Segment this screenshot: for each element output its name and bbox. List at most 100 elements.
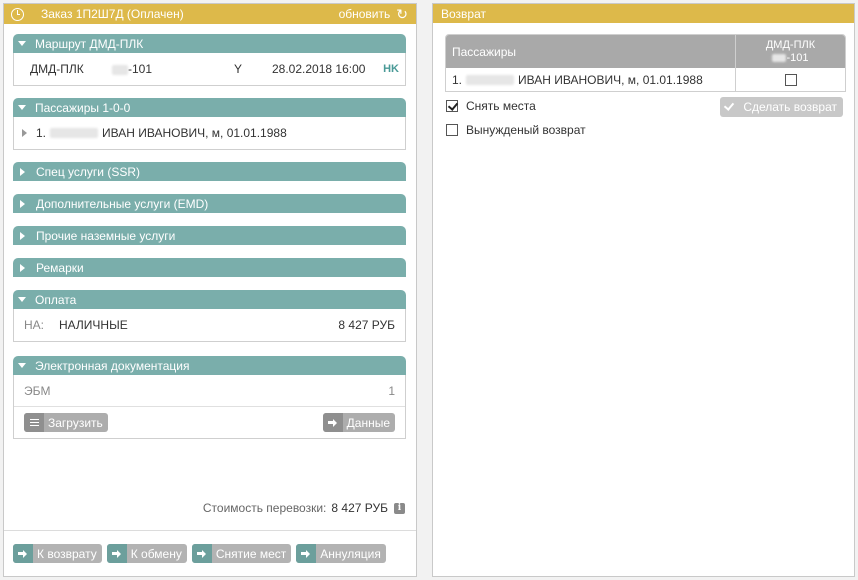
redacted-surname: [466, 74, 515, 85]
forced-refund-label: Вынужденый возврат: [466, 123, 586, 137]
edoc-section-title: Электронная документация: [35, 358, 190, 373]
cancel-order-label: Аннуляция: [320, 546, 381, 561]
ssr-section: Спец услуги (SSR): [13, 162, 406, 181]
expand-icon: [20, 167, 25, 176]
upload-button[interactable]: Загрузить: [24, 413, 108, 432]
refund-title: Возврат: [441, 6, 486, 21]
refund-table: Пассажиры ДМД-ПЛК -101 1. ИВАН ИВАНОВИЧ,…: [445, 34, 846, 92]
route-section: Маршрут ДМД-ПЛК ДМД-ПЛК -101 Y 28.02.201…: [13, 34, 406, 86]
cancel-order-button[interactable]: Аннуляция: [296, 544, 386, 563]
emd-section-title: Дополнительные услуги (EMD): [36, 196, 209, 211]
arrow-right-icon: [111, 549, 121, 558]
data-label: Данные: [346, 415, 390, 430]
order-title: Заказ 1П2Ш7Д (Оплачен): [41, 7, 184, 21]
payment-amount: 8 427 РУБ: [338, 318, 395, 332]
forced-refund-checkbox[interactable]: [446, 124, 458, 136]
unseat-label: Снятие мест: [215, 546, 287, 561]
edoc-section: Электронная документация ЭБМ 1 Загрузить…: [13, 356, 406, 439]
arrow-right-icon: [18, 549, 27, 558]
edoc-section-header[interactable]: Электронная документация: [13, 356, 406, 375]
refund-passenger-name: ИВАН ИВАНОВИЧ, м, 01.01.1988: [518, 72, 703, 87]
col-segment-flight: -101: [772, 52, 809, 65]
make-refund-button[interactable]: Сделать возврат: [720, 97, 843, 117]
payment-row: НА: НАЛИЧНЫЕ 8 427 РУБ: [14, 309, 405, 341]
route-segment: ДМД-ПЛК: [30, 62, 84, 76]
ebm-label: ЭБМ: [24, 383, 51, 398]
order-panel: Заказ 1П2Ш7Д (Оплачен) обновить ↻ Маршру…: [3, 3, 417, 577]
refund-panel: Возврат Пассажиры ДМД-ПЛК -101 1. ИВАН И…: [432, 3, 855, 577]
passengers-section: Пассажиры 1-0-0 1. ИВАН ИВАНОВИЧ, м, 01.…: [13, 98, 406, 150]
passenger-name: ИВАН ИВАНОВИЧ, м, 01.01.1988: [102, 126, 287, 140]
remarks-section: Ремарки: [13, 258, 406, 277]
refund-header: Возврат: [433, 4, 854, 23]
ebm-count: 1: [388, 383, 395, 398]
upload-label: Загрузить: [48, 415, 103, 430]
arrow-right-icon: [327, 418, 337, 427]
table-row: 1. ИВАН ИВАНОВИЧ, м, 01.01.1988: [446, 68, 845, 91]
payment-section-header[interactable]: Оплата: [13, 290, 406, 309]
flight-number: -101: [112, 62, 234, 76]
unseat-button[interactable]: Снятие мест: [191, 544, 292, 563]
col-segment: ДМД-ПЛК -101: [735, 35, 845, 68]
ground-services-section-header[interactable]: Прочие наземные услуги: [13, 226, 406, 245]
redacted-carrier: [112, 64, 128, 75]
make-refund-label: Сделать возврат: [743, 100, 837, 114]
redacted-carrier: [772, 53, 787, 62]
expand-icon: [20, 231, 25, 240]
booking-class: Y: [234, 62, 243, 76]
refund-table-header: Пассажиры ДМД-ПЛК -101: [446, 35, 845, 68]
to-return-label: К возврату: [37, 546, 97, 561]
cost-label: Стоимость перевозки:: [202, 501, 327, 515]
expand-icon: [20, 199, 25, 208]
unseat-option[interactable]: Снять места: [446, 99, 536, 113]
remarks-section-header[interactable]: Ремарки: [13, 258, 406, 277]
route-row: ДМД-ПЛК -101 Y 28.02.2018 16:00 HK: [14, 53, 405, 85]
payment-code: НА:: [24, 318, 45, 332]
route-section-header[interactable]: Маршрут ДМД-ПЛК: [13, 34, 406, 53]
passengers-section-title: Пассажиры 1-0-0: [35, 100, 131, 115]
collapse-icon: [18, 363, 26, 368]
arrow-right-icon: [301, 549, 311, 558]
check-icon: [724, 100, 735, 111]
refund-passenger-index: 1.: [452, 72, 463, 87]
payment-type: НАЛИЧНЫЕ: [59, 318, 128, 332]
ssr-section-title: Спец услуги (SSR): [36, 164, 140, 179]
ground-services-section-title: Прочие наземные услуги: [36, 228, 176, 243]
redacted-surname: [50, 128, 99, 138]
forced-refund-option[interactable]: Вынужденый возврат: [446, 123, 586, 137]
collapse-icon: [18, 41, 26, 46]
unseat-checkbox[interactable]: [446, 100, 458, 112]
passengers-section-header[interactable]: Пассажиры 1-0-0: [13, 98, 406, 117]
payment-section-title: Оплата: [35, 292, 77, 307]
route-section-title: Маршрут ДМД-ПЛК: [35, 36, 144, 51]
col-passengers: Пассажиры: [452, 44, 517, 59]
refresh-icon: ↻: [396, 6, 408, 22]
to-exchange-label: К обмену: [130, 546, 182, 561]
payment-section: Оплата НА: НАЛИЧНЫЕ 8 427 РУБ: [13, 290, 406, 342]
data-button[interactable]: Данные: [322, 413, 395, 432]
refund-passenger: 1. ИВАН ИВАНОВИЧ, м, 01.01.1988: [446, 68, 735, 91]
ssr-section-header[interactable]: Спец услуги (SSR): [13, 162, 406, 181]
refresh-label: обновить: [338, 7, 391, 21]
passenger-row[interactable]: 1. ИВАН ИВАНОВИЧ, м, 01.01.1988: [14, 117, 405, 149]
segment-status: HK: [383, 63, 399, 75]
segment-checkbox[interactable]: [784, 73, 797, 86]
col-segment-route: ДМД-ПЛК: [765, 38, 816, 51]
remarks-section-title: Ремарки: [36, 260, 84, 275]
to-exchange-button[interactable]: К обмену: [106, 544, 187, 563]
emd-section: Дополнительные услуги (EMD): [13, 194, 406, 213]
collapse-icon: [18, 105, 26, 110]
unseat-option-label: Снять места: [466, 99, 536, 113]
collapse-icon: [18, 297, 26, 302]
to-return-button[interactable]: К возврату: [13, 544, 102, 563]
app-root: Заказ 1П2Ш7Д (Оплачен) обновить ↻ Маршру…: [0, 0, 858, 580]
transport-cost: Стоимость перевозки: 8 427 РУБ i: [203, 501, 405, 515]
info-icon[interactable]: i: [394, 502, 405, 514]
emd-section-header[interactable]: Дополнительные услуги (EMD): [13, 194, 406, 213]
ebm-row: ЭБМ 1: [14, 375, 405, 407]
refresh-button[interactable]: обновить ↻: [339, 7, 408, 21]
order-header: Заказ 1П2Ш7Д (Оплачен) обновить ↻: [4, 4, 416, 24]
cost-value: 8 427 РУБ: [331, 501, 388, 515]
expand-icon: [20, 263, 25, 272]
expand-icon: [22, 129, 27, 137]
